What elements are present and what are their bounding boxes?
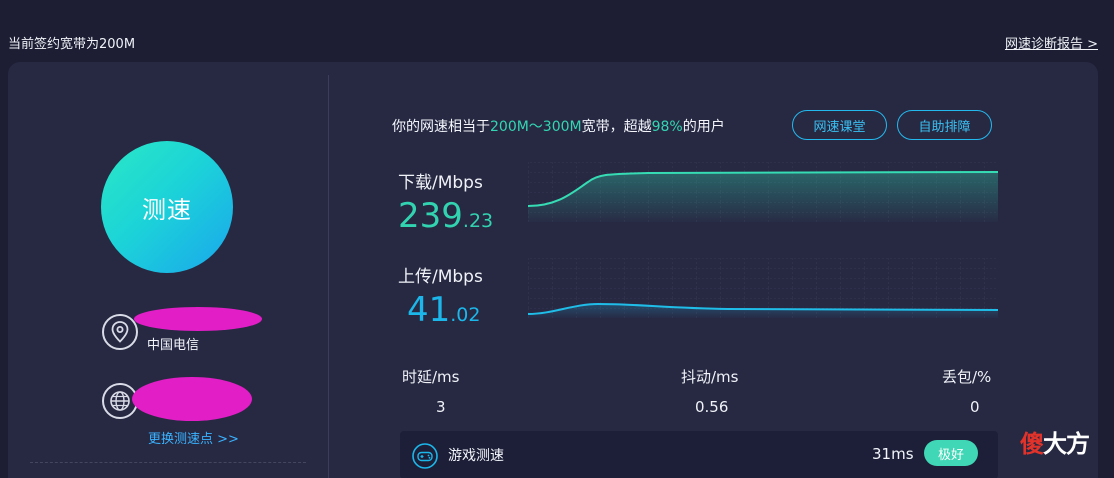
speed-course-button[interactable]: 网速课堂 (792, 110, 887, 140)
beat-percent: 98% (651, 119, 683, 135)
redaction-mask (132, 377, 252, 421)
speedtest-card: 测速 中国电信 更换测速点 >> 你的网速相当于200M～300M宽带，超越98… (8, 62, 1098, 478)
game-speedtest-bar[interactable]: 游戏测速 31ms 极好 (400, 431, 998, 478)
redaction-mask (134, 307, 262, 331)
speed-diagnosis-report-link[interactable]: 网速诊断报告 > (1005, 33, 1098, 52)
speedtest-page: 当前签约宽带为200M 网速诊断报告 > 测速 中国电信 更换测速点 >> 你的… (0, 0, 1114, 478)
upload-label: 上传/Mbps (398, 267, 483, 287)
download-speed-graph (528, 162, 998, 222)
location-pin-icon (102, 314, 138, 350)
watermark-char: 傻 (1020, 430, 1044, 458)
summary-prefix: 你的网速相当于 (392, 119, 490, 135)
packet-loss-label: 丢包/% (942, 368, 992, 386)
upload-value: 41.02 (407, 290, 480, 330)
jitter-value: 0.56 (695, 398, 729, 416)
summary-mid: 宽带，超越 (581, 119, 652, 135)
download-label: 下载/Mbps (398, 173, 483, 193)
packet-loss-value: 0 (970, 398, 980, 416)
summary-suffix: 的用户 (682, 119, 725, 135)
site-watermark: 傻大方 (1020, 424, 1090, 459)
equivalent-bandwidth: 200M～300M (490, 119, 582, 135)
latency-label: 时延/ms (402, 368, 460, 386)
contracted-bandwidth-text: 当前签约宽带为200M (8, 37, 136, 52)
speed-summary: 你的网速相当于200M～300M宽带，超越98%的用户 (392, 116, 725, 136)
gamepad-icon (412, 443, 438, 469)
download-value-dec: .23 (462, 210, 494, 232)
game-speedtest-label: 游戏测速 (448, 448, 504, 464)
download-value: 239.23 (398, 196, 493, 236)
upload-speed-graph (528, 258, 998, 318)
left-divider (30, 462, 306, 463)
self-troubleshoot-button[interactable]: 自助排障 (897, 110, 992, 140)
watermark-text: 大方 (1043, 430, 1090, 458)
upload-value-dec: .02 (450, 304, 481, 326)
isp-name: 中国电信 (147, 338, 200, 353)
column-divider (328, 75, 329, 478)
game-quality-badge: 极好 (924, 440, 978, 466)
change-test-node-link[interactable]: 更换测速点 >> (148, 428, 239, 447)
jitter-label: 抖动/ms (681, 368, 739, 386)
game-latency-value: 31ms (872, 445, 914, 463)
latency-value: 3 (436, 398, 446, 416)
start-speedtest-button[interactable]: 测速 (101, 141, 233, 273)
upload-value-int: 41 (407, 290, 451, 330)
download-value-int: 239 (398, 196, 463, 236)
